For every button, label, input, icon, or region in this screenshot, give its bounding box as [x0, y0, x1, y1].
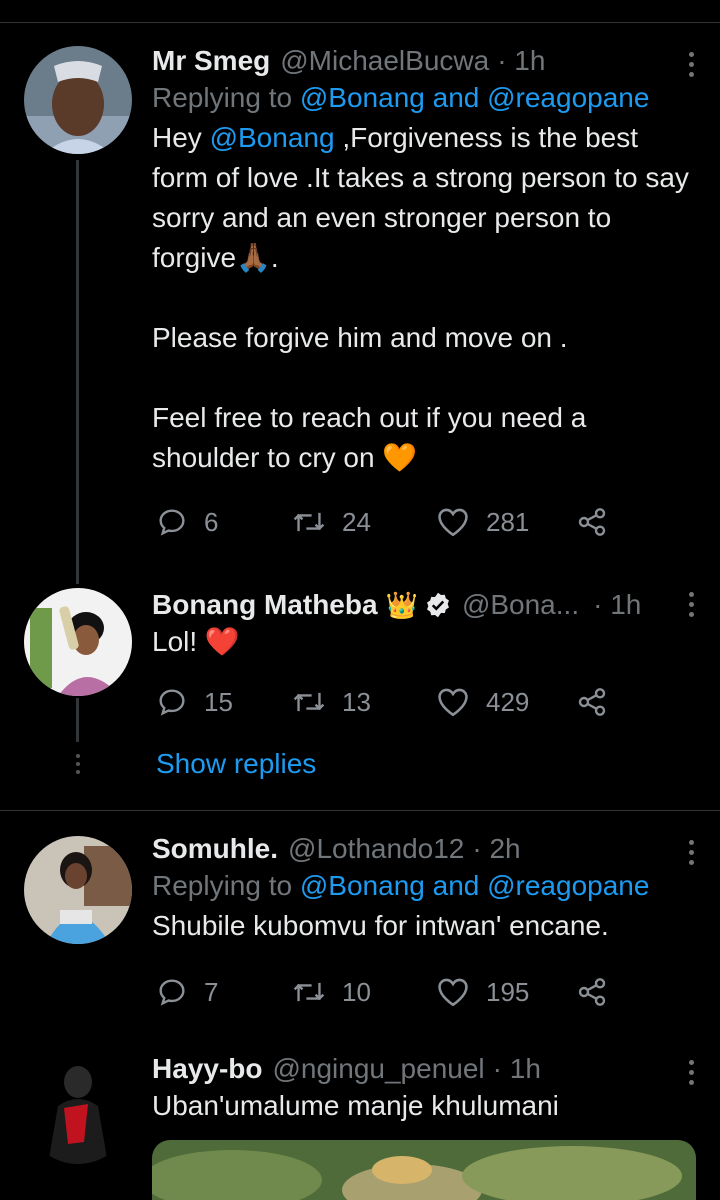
avatar-photo	[24, 836, 132, 944]
display-name[interactable]: Hayy-bo	[152, 1052, 262, 1086]
user-handle[interactable]: @Lothando12	[288, 832, 464, 866]
reply-icon	[159, 509, 185, 536]
tweet-text: Shubile kubomvu for intwan' encane.	[152, 910, 609, 941]
share-button[interactable]	[576, 976, 608, 1008]
avatar-mr-smeg[interactable]	[24, 46, 132, 154]
media-photo	[152, 1140, 696, 1200]
heart-icon	[438, 978, 468, 1007]
verified-badge-icon	[426, 592, 449, 618]
retweet-count: 10	[342, 976, 371, 1007]
reply-icon	[159, 689, 185, 716]
avatar-photo	[24, 588, 132, 696]
tweet-actions: 7 10 195	[156, 976, 608, 1008]
tweet-text-prefix: Hey	[152, 122, 210, 153]
top-divider	[0, 22, 720, 23]
share-button[interactable]	[576, 686, 608, 718]
retweet-icon	[293, 512, 325, 532]
heart-icon	[438, 688, 468, 717]
tweet-header: Somuhle. @Lothando12 · 2h	[152, 832, 692, 866]
reply-count: 15	[204, 686, 233, 717]
show-replies-link[interactable]: Show replies	[156, 748, 316, 780]
more-options-icon[interactable]	[686, 840, 696, 870]
tweet-header: Hayy-bo @ngingu_penuel · 1h	[152, 1052, 692, 1086]
collapsed-thread-dots	[76, 754, 80, 778]
replying-to-link[interactable]: @Bonang and @reagopane	[300, 82, 650, 113]
timestamp[interactable]: · 1h	[493, 1052, 541, 1086]
retweet-icon	[293, 982, 325, 1002]
display-name[interactable]: Bonang Matheba	[152, 588, 378, 622]
user-handle[interactable]: @Bona...	[462, 588, 579, 622]
more-options-icon[interactable]	[686, 1060, 696, 1090]
tweet-header: Bonang Matheba 👑 @Bona... · 1h	[152, 588, 692, 622]
replying-to-link[interactable]: @Bonang and @reagopane	[300, 870, 650, 901]
tweet-mr-smeg[interactable]: Mr Smeg @MichaelBucwa · 1h Replying to @…	[152, 44, 694, 478]
reply-count: 6	[204, 506, 219, 537]
share-icon	[578, 688, 606, 716]
thread-divider	[0, 810, 720, 811]
retweet-count: 13	[342, 686, 371, 717]
avatar-hayy-bo[interactable]	[24, 1056, 132, 1164]
retweet-button[interactable]: 10	[292, 976, 436, 1008]
reply-button[interactable]: 7	[156, 976, 292, 1008]
retweet-icon	[293, 692, 325, 712]
tweet-text: Hey @Bonang ,Forgiveness is the best for…	[152, 118, 692, 478]
display-name[interactable]: Somuhle.	[152, 832, 278, 866]
replying-to-prefix: Replying to	[152, 870, 300, 901]
user-handle[interactable]: @MichaelBucwa	[280, 44, 489, 78]
more-options-icon[interactable]	[686, 52, 696, 82]
thread-connector	[76, 698, 79, 742]
retweet-button[interactable]: 24	[292, 506, 436, 538]
like-button[interactable]: 429	[436, 686, 576, 718]
tweet-media-image[interactable]	[152, 1140, 696, 1200]
timestamp[interactable]: · 2h	[472, 832, 520, 866]
reply-button[interactable]: 6	[156, 506, 292, 538]
replying-to: Replying to @Bonang and @reagopane	[152, 78, 692, 118]
share-button[interactable]	[576, 506, 608, 538]
display-name[interactable]: Mr Smeg	[152, 44, 270, 78]
tweet-hayy-bo[interactable]: Hayy-bo @ngingu_penuel · 1h Uban'umalume…	[152, 1052, 694, 1126]
reply-icon	[159, 979, 185, 1006]
like-count: 429	[486, 686, 530, 717]
replying-to-prefix: Replying to	[152, 82, 300, 113]
tweet-somuhle[interactable]: Somuhle. @Lothando12 · 2h Replying to @B…	[152, 832, 694, 946]
tweet-bonang-matheba[interactable]: Bonang Matheba 👑 @Bona... · 1h Lol! ❤️	[152, 588, 694, 662]
avatar-somuhle[interactable]	[24, 836, 132, 944]
user-handle[interactable]: @ngingu_penuel	[272, 1052, 484, 1086]
tweet-actions: 6 24 281	[156, 506, 608, 538]
timestamp[interactable]: · 1h	[497, 44, 545, 78]
like-count: 195	[486, 976, 530, 1007]
like-button[interactable]: 281	[436, 506, 576, 538]
share-icon	[578, 978, 606, 1006]
tweet-text: Uban'umalume manje khulumani	[152, 1090, 559, 1121]
reply-count: 7	[204, 976, 219, 1007]
thread-connector	[76, 160, 79, 584]
timestamp[interactable]: · 1h	[593, 588, 641, 622]
tweet-text: Lol! ❤️	[152, 626, 240, 657]
avatar-bonang-matheba[interactable]	[24, 588, 132, 696]
replying-to: Replying to @Bonang and @reagopane	[152, 866, 692, 906]
retweet-button[interactable]: 13	[292, 686, 436, 718]
tweet-actions: 15 13 429	[156, 686, 608, 718]
tweet-header: Mr Smeg @MichaelBucwa · 1h	[152, 44, 692, 78]
tweet-text-body: ,Forgiveness is the best form of love .I…	[152, 122, 689, 473]
crown-emoji: 👑	[385, 590, 418, 620]
like-button[interactable]: 195	[436, 976, 576, 1008]
heart-icon	[438, 508, 468, 537]
like-count: 281	[486, 506, 530, 537]
avatar-photo	[24, 46, 132, 154]
reply-button[interactable]: 15	[156, 686, 292, 718]
retweet-count: 24	[342, 506, 371, 537]
avatar-photo	[24, 1056, 132, 1164]
mention-link[interactable]: @Bonang	[210, 122, 335, 153]
share-icon	[578, 508, 606, 536]
more-options-icon[interactable]	[686, 592, 696, 622]
